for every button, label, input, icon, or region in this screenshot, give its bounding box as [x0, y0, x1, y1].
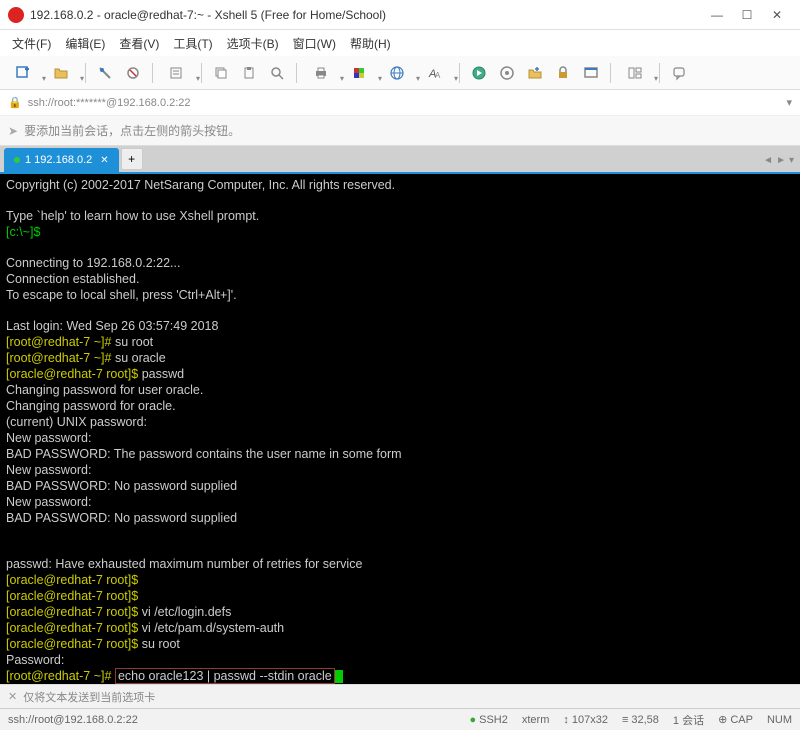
status-size: ↕107x32: [563, 714, 608, 726]
tab-nav: ◄ ► ▾: [763, 155, 794, 166]
add-session-arrow-icon[interactable]: ➤: [8, 124, 18, 138]
status-num: NUM: [767, 714, 792, 726]
tab-list-icon[interactable]: ▾: [789, 155, 794, 166]
send-bar-text[interactable]: 仅将文本发送到当前选项卡: [23, 689, 155, 705]
address-dropdown[interactable]: ▾: [786, 96, 792, 109]
send-bar: ✕ 仅将文本发送到当前选项卡: [0, 684, 800, 708]
highlighted-command: echo oracle123 | passwd --stdin oracle: [115, 668, 335, 684]
status-bar: ssh://root@192.168.0.2:22 ●SSH2 xterm ↕1…: [0, 708, 800, 730]
status-caps: ⊕CAP: [718, 713, 753, 726]
script-button[interactable]: [467, 61, 491, 85]
reconnect-button[interactable]: [93, 61, 117, 85]
terminal[interactable]: Copyright (c) 2002-2017 NetSarang Comput…: [0, 174, 800, 684]
menu-edit[interactable]: 编辑(E): [59, 31, 111, 56]
close-send-bar-icon[interactable]: ✕: [8, 690, 17, 703]
window-title: 192.168.0.2 - oracle@redhat-7:~ - Xshell…: [30, 8, 702, 22]
tab-prev-icon[interactable]: ◄: [763, 155, 773, 166]
svg-text:A: A: [435, 71, 441, 80]
minimize-button[interactable]: —: [702, 0, 732, 30]
copy-button[interactable]: [209, 61, 233, 85]
layout-button[interactable]: ▾: [618, 61, 652, 85]
status-pos: ≡32,58: [622, 714, 659, 726]
status-term: xterm: [522, 714, 550, 726]
separator: [201, 63, 202, 83]
separator: [459, 63, 460, 83]
close-button[interactable]: ✕: [762, 0, 792, 30]
resize-icon: ↕: [563, 714, 569, 726]
app-icon: [8, 7, 24, 23]
lock-button[interactable]: [551, 61, 575, 85]
tab-close-icon[interactable]: ✕: [100, 155, 108, 166]
paste-button[interactable]: [237, 61, 261, 85]
color-button[interactable]: ▾: [342, 61, 376, 85]
separator: [296, 63, 297, 83]
separator: [610, 63, 611, 83]
properties-button[interactable]: ▾: [160, 61, 194, 85]
separator: [85, 63, 86, 83]
tab-label: 1 192.168.0.2: [25, 154, 92, 166]
status-sessions: 1 会话: [673, 712, 704, 728]
status-ssh: ●SSH2: [469, 714, 507, 726]
menu-view[interactable]: 查看(V): [113, 31, 165, 56]
menubar: 文件(F) 编辑(E) 查看(V) 工具(T) 选项卡(B) 窗口(W) 帮助(…: [0, 30, 800, 56]
titlebar: 192.168.0.2 - oracle@redhat-7:~ - Xshell…: [0, 0, 800, 30]
print-button[interactable]: ▾: [304, 61, 338, 85]
menu-file[interactable]: 文件(F): [6, 31, 57, 56]
hint-text: 要添加当前会话，点击左侧的箭头按钮。: [24, 122, 240, 139]
menu-tools[interactable]: 工具(T): [167, 31, 218, 56]
address-text[interactable]: ssh://root:*******@192.168.0.2:22: [28, 97, 191, 109]
address-bar: 🔒 ssh://root:*******@192.168.0.2:22 ▾: [0, 90, 800, 116]
xagent-button[interactable]: [495, 61, 519, 85]
font-button[interactable]: AA▾: [418, 61, 452, 85]
find-button[interactable]: [265, 61, 289, 85]
maximize-button[interactable]: ☐: [732, 0, 762, 30]
lock-icon: 🔒: [8, 96, 22, 109]
cursor: [335, 670, 343, 683]
connected-icon: ●: [469, 714, 476, 726]
tab-session-1[interactable]: 1 192.168.0.2 ✕: [4, 148, 119, 172]
menu-tabs[interactable]: 选项卡(B): [221, 31, 285, 56]
toolbar: ▾ ▾ ▾ ▾ ▾ ▾ AA▾ ▾: [0, 56, 800, 90]
menu-window[interactable]: 窗口(W): [287, 31, 342, 56]
disconnect-button[interactable]: [121, 61, 145, 85]
open-button[interactable]: ▾: [44, 61, 78, 85]
tab-status-dot: [14, 157, 20, 163]
language-button[interactable]: ▾: [380, 61, 414, 85]
tab-bar: 1 192.168.0.2 ✕ + ◄ ► ▾: [0, 146, 800, 174]
menu-help[interactable]: 帮助(H): [344, 31, 397, 56]
separator: [152, 63, 153, 83]
tab-next-icon[interactable]: ►: [776, 155, 786, 166]
new-session-button[interactable]: ▾: [6, 61, 40, 85]
separator: [659, 63, 660, 83]
help-button[interactable]: [667, 61, 691, 85]
fullscreen-button[interactable]: [579, 61, 603, 85]
status-url: ssh://root@192.168.0.2:22: [8, 714, 455, 726]
xftp-button[interactable]: [523, 61, 547, 85]
hint-bar: ➤ 要添加当前会话，点击左侧的箭头按钮。: [0, 116, 800, 146]
add-tab-button[interactable]: +: [121, 148, 143, 170]
